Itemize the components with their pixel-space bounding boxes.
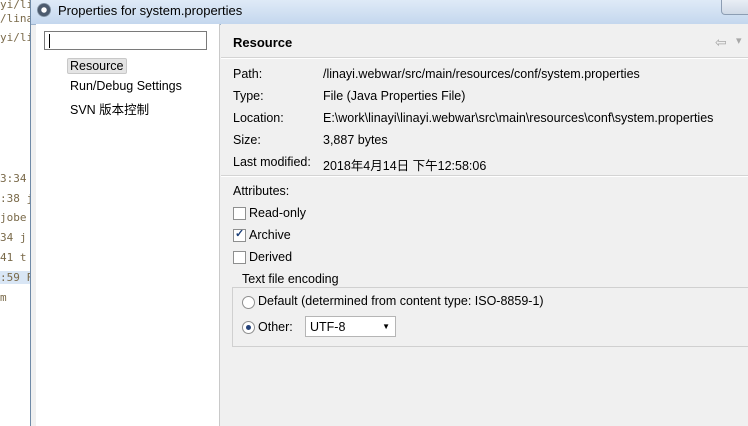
- encoding-group-legend: Text file encoding: [239, 272, 342, 286]
- location-value: E:\work\linayi\linayi.webwar\src\main\re…: [323, 111, 714, 125]
- page-title: Resource: [233, 35, 293, 50]
- archive-label[interactable]: Archive: [249, 228, 291, 242]
- background-text-fragment: :38 j: [0, 192, 30, 205]
- forward-arrow-icon[interactable]: ▾: [736, 34, 742, 47]
- other-encoding-radio[interactable]: [242, 321, 255, 334]
- background-text-fragment: m: [0, 291, 7, 304]
- category-nav: Resource Run/Debug Settings SVN 版本控制: [36, 24, 220, 426]
- background-text-fragment: yi/lina: [0, 31, 30, 44]
- background-text-fragment: 3:34: [0, 172, 27, 185]
- back-arrow-icon[interactable]: ⇦: [715, 34, 727, 51]
- resource-page: Resource ⇦ ▾ Path: /linayi.webwar/src/ma…: [221, 24, 748, 426]
- nav-item-svn[interactable]: SVN 版本控制: [67, 98, 152, 119]
- background-text-fragment: yi/lina: [0, 0, 30, 11]
- attributes-heading: Attributes:: [233, 184, 290, 198]
- encoding-select[interactable]: UTF-8 ▼: [305, 316, 396, 337]
- type-value: File (Java Properties File): [323, 89, 466, 103]
- last-modified-value: 2018年4月14日 下午12:58:06: [323, 159, 487, 173]
- encoding-select-value: UTF-8: [310, 320, 346, 334]
- background-text-fragment: 34 j: [0, 231, 27, 244]
- window-title: Properties for system.properties: [58, 3, 243, 18]
- close-button[interactable]: [721, 0, 748, 15]
- eclipse-icon: [37, 3, 51, 17]
- text-caret: [49, 34, 50, 48]
- default-encoding-label[interactable]: Default (determined from content type: I…: [258, 294, 544, 308]
- size-label: Size:: [233, 133, 261, 147]
- location-label: Location:: [233, 111, 284, 125]
- properties-dialog: Properties for system.properties Resourc…: [30, 0, 748, 426]
- nav-item-run-debug-settings[interactable]: Run/Debug Settings: [67, 78, 185, 94]
- checkmark-icon: ✓: [235, 228, 245, 240]
- derived-label[interactable]: Derived: [249, 250, 292, 264]
- background-text-fragment: jobe: [0, 211, 27, 224]
- derived-checkbox[interactable]: [233, 251, 246, 264]
- background-editor-strip: yi/lina /linay yi/lina 3:34 :38 j jobe 3…: [0, 0, 30, 426]
- header-divider: [221, 57, 748, 59]
- archive-checkbox[interactable]: ✓: [233, 228, 246, 242]
- background-text-fragment: :59 F: [0, 271, 30, 284]
- read-only-label[interactable]: Read-only: [249, 206, 306, 220]
- background-text-fragment: /linay: [0, 12, 30, 25]
- default-encoding-radio[interactable]: [242, 296, 255, 309]
- background-text-fragment: 41 t: [0, 251, 27, 264]
- type-label: Type:: [233, 89, 264, 103]
- last-modified-label: Last modified:: [233, 155, 311, 169]
- section-divider: [221, 175, 748, 177]
- radio-selected-dot: [246, 325, 251, 330]
- other-encoding-label[interactable]: Other:: [258, 320, 293, 334]
- path-value: /linayi.webwar/src/main/resources/conf/s…: [323, 67, 640, 81]
- filter-input[interactable]: [44, 31, 207, 50]
- path-label: Path:: [233, 67, 263, 81]
- title-bar[interactable]: Properties for system.properties: [31, 0, 748, 25]
- nav-item-resource[interactable]: Resource: [67, 58, 127, 74]
- read-only-checkbox[interactable]: [233, 207, 246, 220]
- chevron-down-icon: ▼: [382, 322, 390, 331]
- size-value: 3,887 bytes: [323, 133, 388, 147]
